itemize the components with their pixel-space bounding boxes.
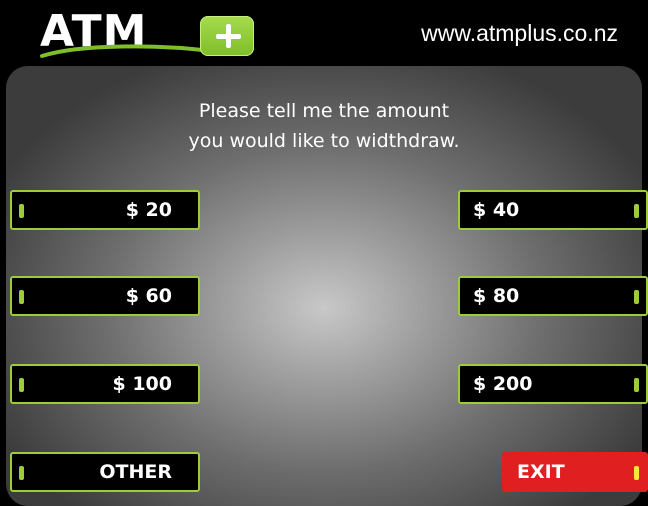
other-amount-label: OTHER [99, 461, 172, 483]
prompt-line-1: Please tell me the amount [198, 100, 450, 122]
button-indicator-icon [634, 378, 639, 392]
button-indicator-icon [634, 290, 639, 304]
button-indicator-icon [19, 290, 24, 304]
amount-80-label: $ 80 [473, 285, 520, 307]
other-amount-button[interactable]: OTHER [10, 452, 200, 492]
amount-200-label: $ 200 [473, 373, 533, 395]
amount-200-button[interactable]: $ 200 [458, 364, 648, 404]
atm-plus-logo: ATM [40, 8, 270, 64]
withdraw-prompt: Please tell me the amount you would like… [0, 96, 648, 156]
button-indicator-icon [19, 378, 24, 392]
amount-100-button[interactable]: $ 100 [10, 364, 200, 404]
logo-swoosh-icon [40, 44, 220, 58]
amount-40-label: $ 40 [473, 199, 520, 221]
exit-label: EXIT [517, 461, 565, 483]
prompt-line-2: you would like to widthdraw. [188, 130, 460, 152]
amount-40-button[interactable]: $ 40 [458, 190, 648, 230]
amount-60-button[interactable]: $ 60 [10, 276, 200, 316]
button-indicator-icon [19, 466, 24, 480]
amount-20-label: $ 20 [125, 199, 172, 221]
button-indicator-icon [634, 466, 639, 480]
amount-100-label: $ 100 [112, 373, 173, 395]
exit-button[interactable]: EXIT [502, 452, 648, 492]
plus-icon [200, 16, 254, 56]
website-url: www.atmplus.co.nz [421, 20, 618, 46]
amount-20-button[interactable]: $ 20 [10, 190, 200, 230]
header-bar: ATM www.atmplus.co.nz [0, 0, 648, 68]
button-indicator-icon [634, 204, 639, 218]
button-indicator-icon [19, 204, 24, 218]
amount-60-label: $ 60 [125, 285, 172, 307]
amount-80-button[interactable]: $ 80 [458, 276, 648, 316]
